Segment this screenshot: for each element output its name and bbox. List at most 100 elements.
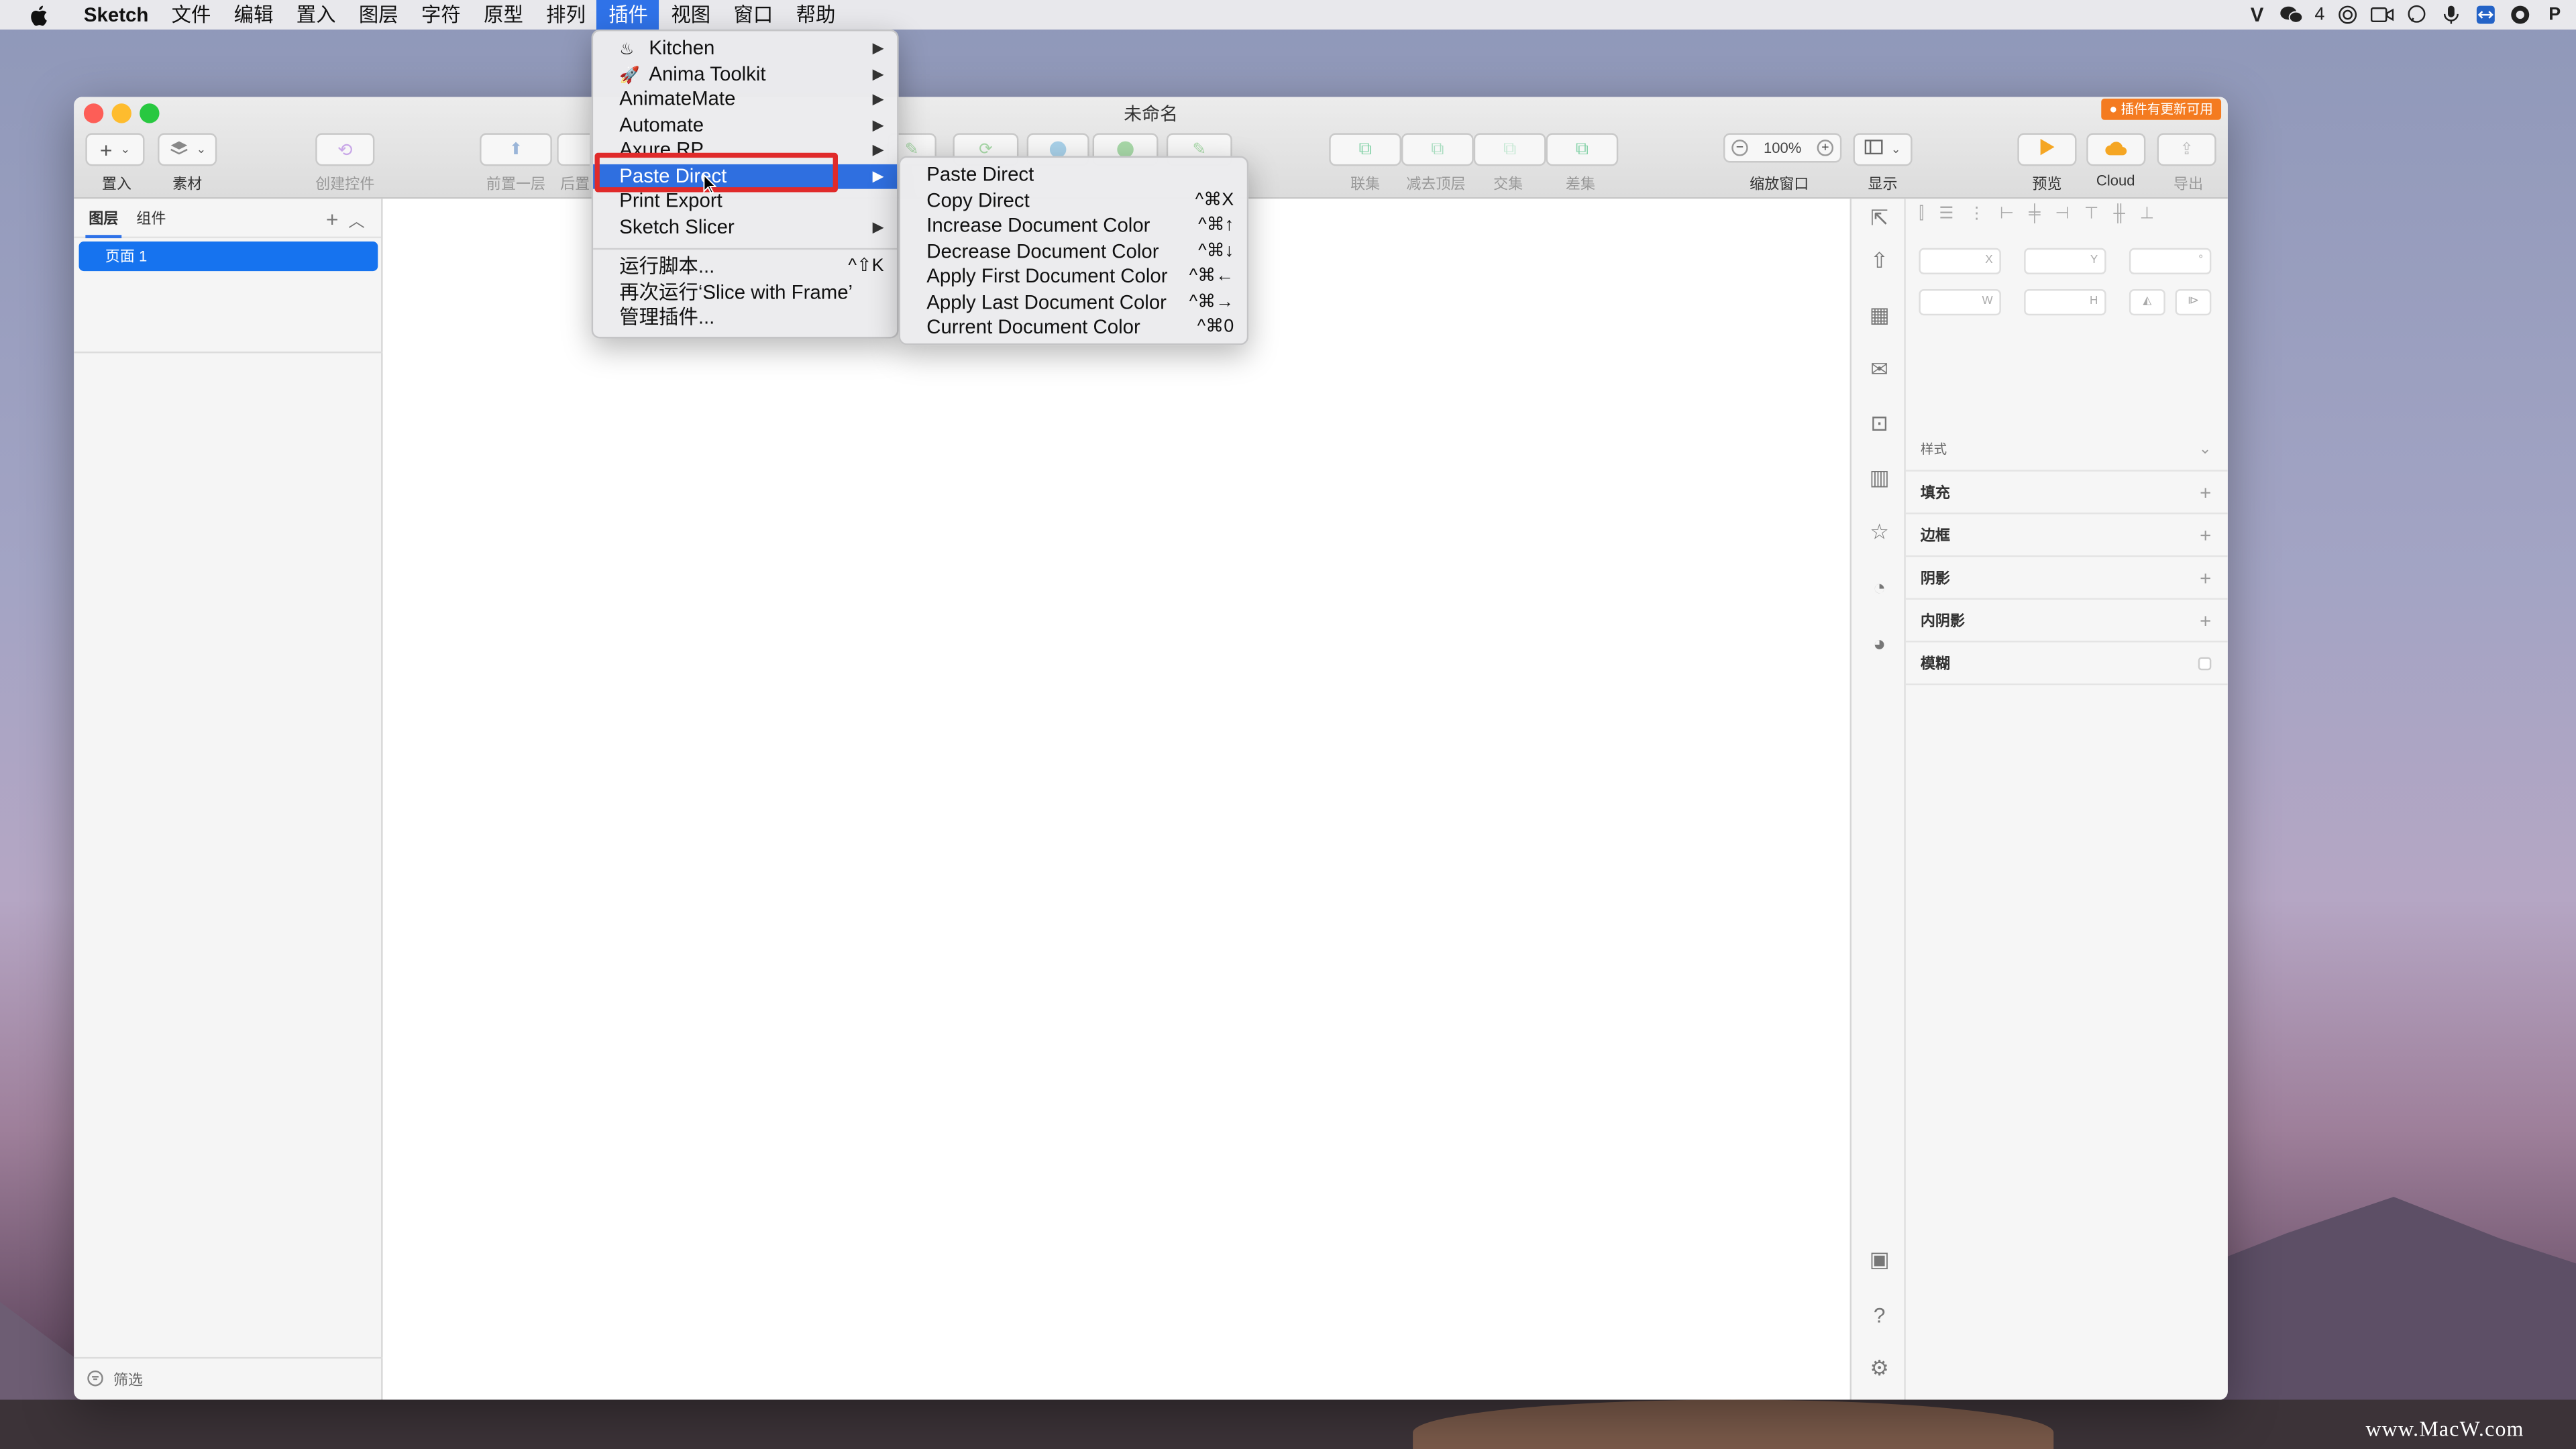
menu-item-automate[interactable]: Automate ▶: [593, 113, 897, 138]
add-border-icon[interactable]: +: [2200, 523, 2211, 546]
canvas[interactable]: [382, 199, 1850, 1400]
menu-item-anima-toolkit[interactable]: 🚀 Anima Toolkit ▶: [593, 62, 897, 87]
palette-icon[interactable]: ◔: [1866, 574, 1892, 600]
filter-bar[interactable]: 筛选: [74, 1356, 383, 1400]
fill-section: 填充 +: [1905, 472, 2228, 515]
submenu-item-increase-color[interactable]: Increase Document Color ^⌘↑: [900, 213, 1247, 239]
menu-app-sketch[interactable]: Sketch: [72, 0, 160, 30]
insert-button[interactable]: + ⌄: [85, 133, 145, 166]
chevron-up-icon[interactable]: ︿: [348, 207, 364, 231]
menu-item-run-script[interactable]: 运行脚本... ^⇧K: [593, 255, 897, 280]
menu-view[interactable]: 视图: [659, 0, 722, 30]
chat-bubble-icon[interactable]: [2405, 5, 2428, 24]
screen-record-icon[interactable]: [2509, 5, 2532, 24]
submenu-arrow-icon: ▶: [872, 64, 884, 82]
layout-icon[interactable]: ▥: [1866, 465, 1892, 491]
difference-button[interactable]: ⧉: [1546, 133, 1619, 166]
height-field[interactable]: H: [2024, 289, 2106, 316]
submenu-item-paste-direct[interactable]: Paste Direct: [900, 162, 1247, 188]
flip-vertical-icon[interactable]: ⧐: [2175, 289, 2212, 316]
menu-item-rerun[interactable]: 再次运行‘Slice with Frame’: [593, 280, 897, 306]
menu-plugins[interactable]: 插件: [597, 0, 660, 30]
fingerprint-icon[interactable]: [2336, 5, 2359, 24]
align-left-icon[interactable]: ⊢: [2000, 205, 2014, 223]
zoom-in-button[interactable]: +: [1817, 140, 1834, 156]
add-page-icon[interactable]: +: [326, 207, 339, 232]
microphone-icon[interactable]: [2440, 5, 2463, 24]
zoom-value[interactable]: 100%: [1764, 140, 1801, 156]
menu-file[interactable]: 文件: [160, 0, 222, 30]
submenu-item-copy-direct[interactable]: Copy Direct ^⌘X: [900, 188, 1247, 213]
distribute-vertical-icon[interactable]: ☰: [1939, 205, 1953, 223]
calendar-icon[interactable]: ▦: [1866, 303, 1892, 329]
blur-checkbox[interactable]: [2198, 656, 2212, 669]
cloud-button[interactable]: [2086, 133, 2146, 166]
apple-icon[interactable]: [26, 3, 49, 26]
plugin-update-badge[interactable]: ● 插件有更新可用: [2101, 98, 2222, 120]
align-center-icon[interactable]: ╪: [2029, 205, 2040, 223]
union-button[interactable]: ⧉: [1329, 133, 1401, 166]
paypal-icon[interactable]: P: [2543, 5, 2566, 24]
wechat-icon[interactable]: [2279, 5, 2303, 24]
settings-icon[interactable]: ⚙: [1866, 1355, 1892, 1381]
menu-arrange[interactable]: 排列: [535, 0, 597, 30]
width-field[interactable]: W: [1919, 289, 2001, 316]
menu-help[interactable]: 帮助: [784, 0, 847, 30]
inspector-toggle-icon[interactable]: ⇱: [1866, 205, 1892, 231]
menu-item-manage-plugins[interactable]: 管理插件...: [593, 306, 897, 331]
distribute-horizontal-icon[interactable]: ⫿: [1919, 205, 1924, 223]
menu-text[interactable]: 字符: [410, 0, 472, 30]
upload-icon[interactable]: ⇧: [1866, 248, 1892, 274]
help-icon[interactable]: ?: [1866, 1301, 1892, 1328]
add-fill-icon[interactable]: +: [2200, 480, 2211, 503]
export-button[interactable]: ⇪: [2157, 133, 2216, 166]
menu-item-sketch-slicer[interactable]: Sketch Slicer ▶: [593, 215, 897, 240]
camera-icon[interactable]: [2370, 5, 2394, 24]
menu-prototype[interactable]: 原型: [472, 0, 535, 30]
menu-window[interactable]: 窗口: [722, 0, 784, 30]
menu-edit[interactable]: 编辑: [223, 0, 285, 30]
zoom-out-button[interactable]: −: [1731, 140, 1748, 156]
tab-components[interactable]: 组件: [133, 198, 169, 237]
rotation-field[interactable]: °: [2129, 248, 2212, 274]
assets-button[interactable]: ⌄: [158, 133, 217, 166]
backward-button[interactable]: [557, 133, 590, 166]
resize-icon[interactable]: ⊡: [1866, 411, 1892, 437]
align-bottom-icon[interactable]: ⊥: [2140, 205, 2154, 223]
view-button[interactable]: ⌄: [1853, 133, 1913, 166]
inbox-icon[interactable]: ✉: [1866, 356, 1892, 382]
more-icon[interactable]: ⋮: [1968, 205, 1984, 223]
align-middle-icon[interactable]: ╫: [2113, 205, 2125, 223]
intersect-button[interactable]: ⧉: [1473, 133, 1546, 166]
x-field[interactable]: X: [1919, 248, 2001, 274]
preview-button[interactable]: [2017, 133, 2077, 166]
tab-layers[interactable]: 图层: [85, 198, 122, 237]
page-item[interactable]: 页面 1: [78, 241, 378, 272]
forward-button[interactable]: ⬆: [480, 133, 552, 166]
zoom-label: 缩放窗口: [1750, 176, 1809, 193]
menu-layer[interactable]: 图层: [347, 0, 410, 30]
star-card-icon[interactable]: ☆: [1866, 519, 1892, 545]
add-shadow-icon[interactable]: +: [2200, 566, 2211, 589]
flip-horizontal-icon[interactable]: ◭: [2129, 289, 2165, 316]
menu-item-kitchen[interactable]: ♨ Kitchen ▶: [593, 36, 897, 62]
subtract-button[interactable]: ⧉: [1401, 133, 1474, 166]
submenu-item-apply-last-color[interactable]: Apply Last Document Color ^⌘→: [900, 290, 1247, 315]
align-top-icon[interactable]: ⊤: [2084, 205, 2098, 223]
align-right-icon[interactable]: ⊣: [2055, 205, 2070, 223]
y-field[interactable]: Y: [2024, 248, 2106, 274]
style-section[interactable]: 样式 ⌄: [1905, 429, 2228, 472]
menu-item-print-export[interactable]: Print Export: [593, 189, 897, 215]
menu-item-animatemate[interactable]: AnimateMate ▶: [593, 87, 897, 113]
teamviewer-icon[interactable]: [2474, 5, 2497, 24]
submenu-item-apply-first-color[interactable]: Apply First Document Color ^⌘←: [900, 264, 1247, 290]
submenu-item-current-color[interactable]: Current Document Color ^⌘0: [900, 315, 1247, 341]
vectorize-icon[interactable]: V: [2245, 3, 2268, 26]
gift-icon[interactable]: ▣: [1866, 1247, 1892, 1273]
add-inner-shadow-icon[interactable]: +: [2200, 608, 2211, 631]
pie-chart-icon[interactable]: ◕: [1866, 629, 1892, 655]
menu-insert[interactable]: 置入: [285, 0, 347, 30]
panel-divider[interactable]: [74, 352, 383, 354]
create-symbol-button[interactable]: ⟲: [315, 133, 375, 166]
submenu-item-decrease-color[interactable]: Decrease Document Color ^⌘↓: [900, 239, 1247, 264]
